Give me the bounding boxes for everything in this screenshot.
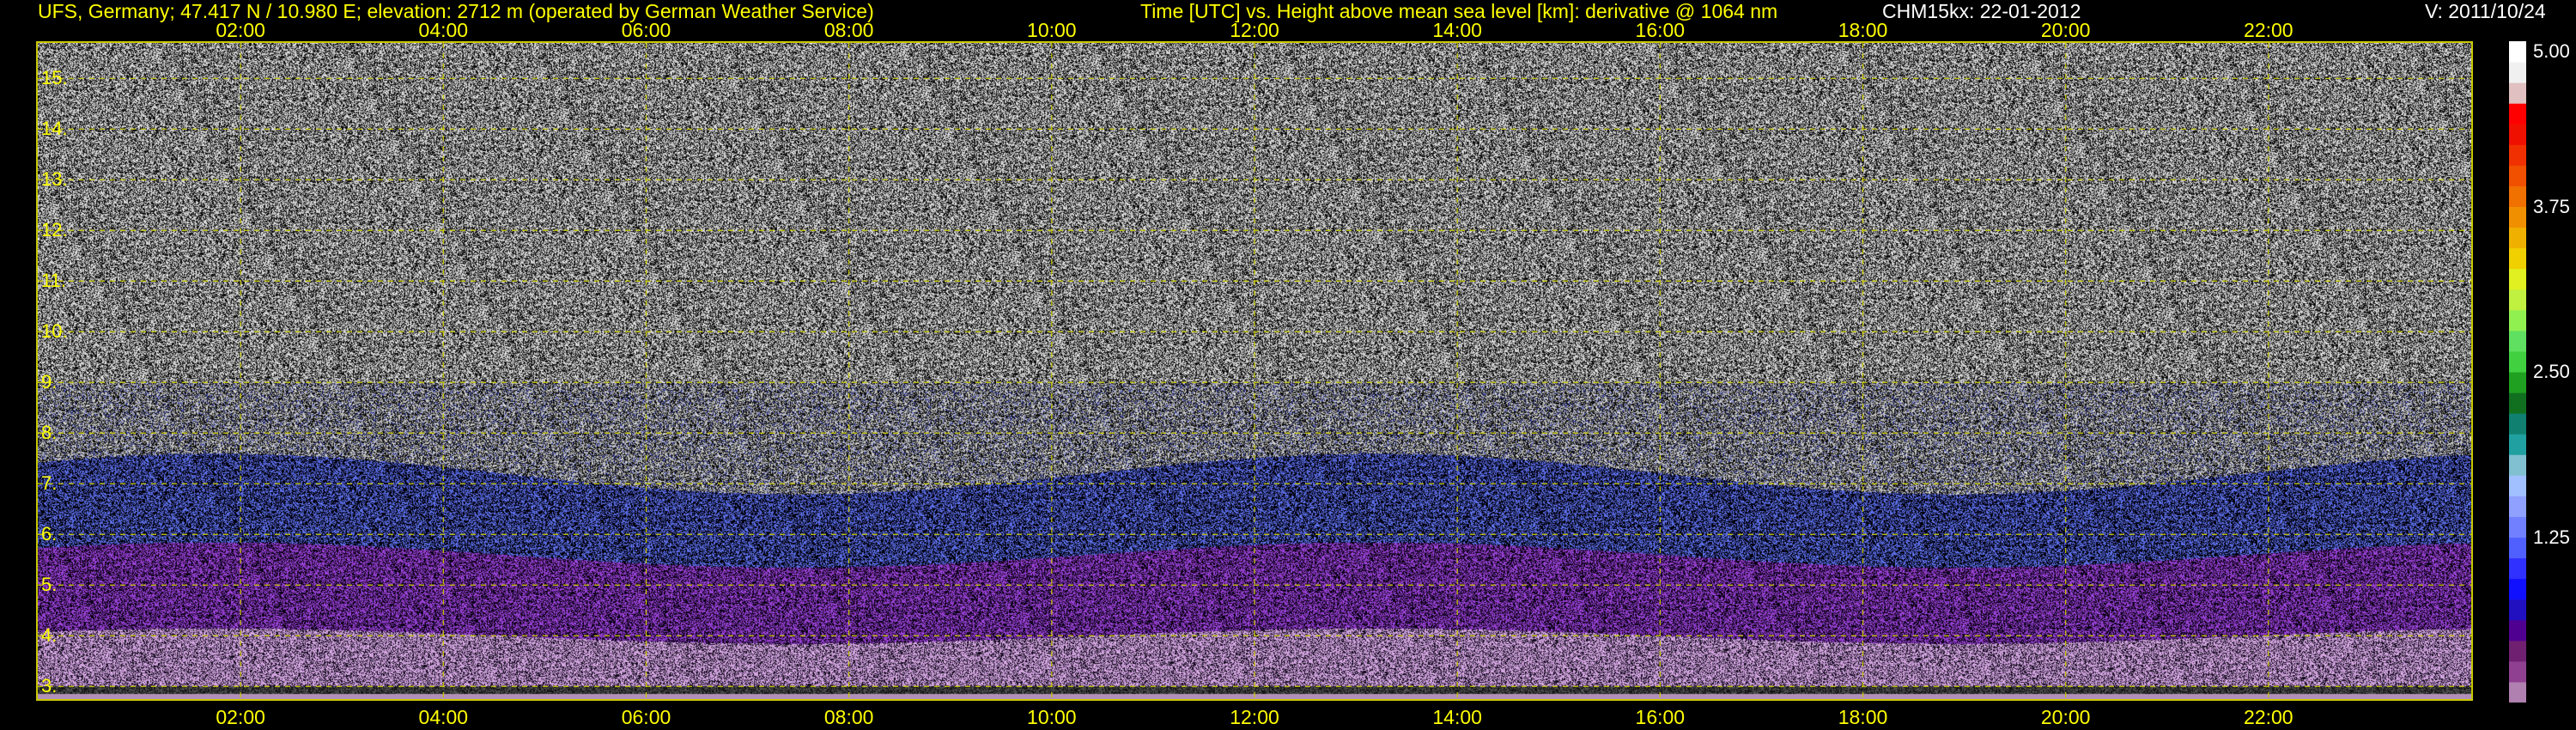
colorbar-swatch: [2509, 350, 2526, 373]
x-tick-label-bottom: 08:00: [823, 706, 874, 728]
x-tick-label-top: 10:00: [1027, 19, 1077, 41]
colorbar-swatch: [2509, 475, 2526, 496]
colorbar-swatch: [2509, 681, 2526, 703]
x-tick-label-top: 14:00: [1432, 19, 1482, 41]
colorbar-swatch: [2509, 309, 2526, 332]
x-tick-label-bottom: 10:00: [1027, 706, 1077, 728]
x-tick-label-bottom: 16:00: [1635, 706, 1686, 728]
colorbar-swatch: [2509, 165, 2526, 186]
x-tick-label-bottom: 18:00: [1838, 706, 1888, 728]
colorbar-swatch: [2509, 62, 2526, 83]
y-tick-label: 14.: [41, 118, 68, 140]
colorbar-swatch: [2509, 599, 2526, 621]
colorbar-swatch: [2509, 247, 2526, 270]
colorbar: [2509, 41, 2526, 703]
y-tick-label: 15.: [41, 67, 68, 89]
x-tick-label-top: 22:00: [2244, 19, 2293, 41]
x-tick-label-top: 06:00: [621, 19, 671, 41]
x-tick-label-top: 02:00: [216, 19, 265, 41]
colorbar-swatch: [2509, 206, 2526, 228]
colorbar-swatch: [2509, 537, 2526, 559]
x-tick-label-bottom: 02:00: [216, 706, 265, 728]
colorbar-swatch: [2509, 496, 2526, 517]
colorbar-swatch: [2509, 41, 2526, 63]
colorbar-swatch: [2509, 103, 2526, 125]
x-tick-label-bottom: 20:00: [2040, 706, 2091, 728]
colorbar-label: 5.00: [2533, 40, 2570, 62]
version-label: V: 2011/10/24: [2425, 0, 2546, 22]
colorbar-swatch: [2509, 619, 2526, 642]
x-tick-label-top: 20:00: [2040, 19, 2091, 41]
colorbar-swatch: [2509, 144, 2526, 166]
x-tick-label-top: 12:00: [1230, 19, 1279, 41]
y-tick-label: 9.: [41, 371, 58, 393]
colorbar-swatch: [2509, 640, 2526, 662]
colorbar-swatch: [2509, 660, 2526, 683]
colorbar-label: 3.75: [2533, 195, 2570, 217]
colorbar-swatch: [2509, 434, 2526, 455]
colorbar-label: 2.50: [2533, 361, 2570, 382]
plot-area: 3. 4. 5. 6. 7. 8. 9. 10. 11. 12. 13. 14. 15.: [36, 41, 2473, 701]
colorbar-swatch: [2509, 227, 2526, 249]
y-tick-label: 10.: [41, 320, 68, 343]
colorbar-label: 1.25: [2533, 526, 2570, 548]
y-tick-label: 7.: [41, 472, 58, 495]
colorbar-swatch: [2509, 578, 2526, 600]
y-tick-label: 5.: [41, 574, 58, 596]
colorbar-swatch: [2509, 454, 2526, 476]
grid-lines: [38, 43, 2471, 699]
y-tick-label: 6.: [41, 523, 58, 545]
x-tick-label-bottom: 14:00: [1432, 706, 1482, 728]
x-tick-label-bottom: 04:00: [418, 706, 469, 728]
x-tick-label-bottom: 12:00: [1230, 706, 1279, 728]
colorbar-swatch: [2509, 372, 2526, 393]
colorbar-swatch: [2509, 557, 2526, 580]
colorbar-swatch: [2509, 124, 2526, 145]
x-tick-label-top: 04:00: [418, 19, 469, 41]
colorbar-swatch: [2509, 330, 2526, 352]
y-tick-label: 8.: [41, 422, 58, 444]
y-tick-label: 4.: [41, 624, 58, 647]
x-tick-label-top: 16:00: [1635, 19, 1686, 41]
colorbar-swatch: [2509, 413, 2526, 435]
y-tick-label: 12.: [41, 219, 68, 241]
colorbar-swatch: [2509, 268, 2526, 290]
x-tick-label-bottom: 22:00: [2244, 706, 2293, 728]
y-tick-label: 3.: [41, 675, 58, 697]
x-tick-label-bottom: 06:00: [621, 706, 671, 728]
colorbar-swatch: [2509, 82, 2526, 104]
x-tick-label-top: 08:00: [823, 19, 874, 41]
colorbar-swatch: [2509, 516, 2526, 538]
colorbar-swatch: [2509, 289, 2526, 311]
colorbar-swatch: [2509, 392, 2526, 414]
x-tick-label-top: 18:00: [1838, 19, 1888, 41]
y-tick-label: 11.: [41, 270, 66, 292]
colorbar-swatch: [2509, 186, 2526, 207]
y-tick-label: 13.: [41, 168, 68, 191]
